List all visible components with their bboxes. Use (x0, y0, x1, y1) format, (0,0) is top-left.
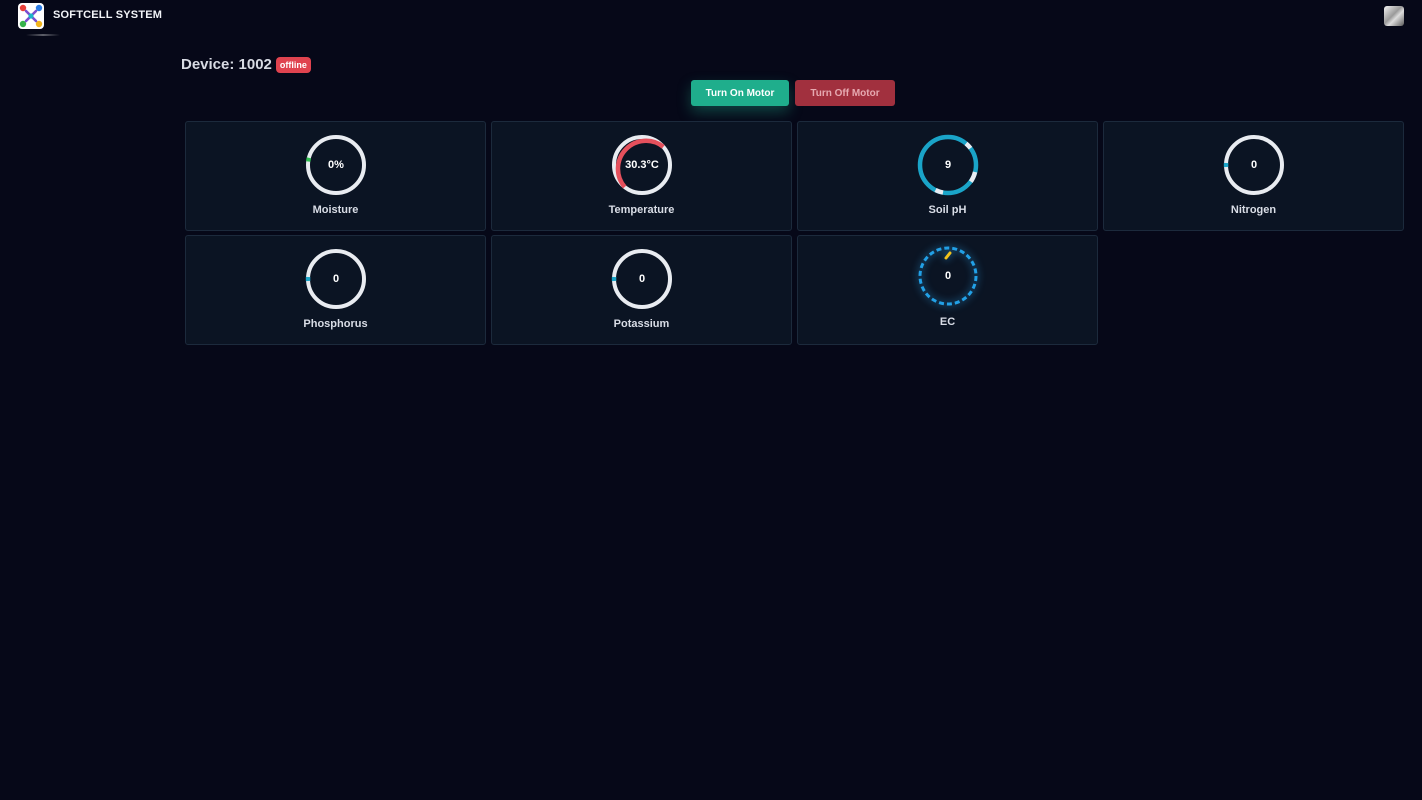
brand-title: SOFTCELL SYSTEM (53, 9, 163, 21)
nitrogen-label: Nitrogen (1230, 204, 1277, 216)
phosphorus-gauge: 0 (305, 248, 367, 310)
sensor-card-nitrogen: 0 Nitrogen (1103, 121, 1404, 231)
turn-on-motor-button[interactable]: Turn On Motor (691, 80, 789, 106)
moisture-label: Moisture (312, 204, 359, 216)
soil-ph-label: Soil pH (928, 204, 967, 216)
soil-ph-value: 9 (944, 159, 952, 171)
phosphorus-label: Phosphorus (303, 318, 368, 330)
soil-ph-gauge: 9 (917, 134, 979, 196)
ec-label: EC (939, 316, 956, 328)
ec-gauge: 0 (917, 245, 979, 307)
motor-controls: Turn On Motor Turn Off Motor (691, 80, 895, 106)
potassium-gauge: 0 (611, 248, 673, 310)
phosphorus-value: 0 (332, 273, 340, 285)
potassium-value: 0 (638, 273, 646, 285)
moisture-gauge: 0% (305, 134, 367, 196)
temperature-label: Temperature (608, 204, 675, 216)
status-badge: offline (275, 57, 311, 73)
sensor-card-moisture: 0% Moisture (185, 121, 486, 231)
sensor-card-temperature: 30.3°C Temperature (491, 121, 792, 231)
device-title: Device: 1002 (181, 55, 272, 73)
sensor-card-phosphorus: 0 Phosphorus (185, 235, 486, 345)
softcell-logo-icon[interactable] (18, 3, 44, 29)
nitrogen-value: 0 (1250, 159, 1258, 171)
sensor-card-ec: 0 EC (797, 235, 1098, 345)
sensor-card-potassium: 0 Potassium (491, 235, 792, 345)
user-avatar-icon[interactable] (1384, 6, 1404, 26)
ec-value: 0 (944, 270, 952, 282)
sensor-card-soil-ph: 9 Soil pH (797, 121, 1098, 231)
brand-underline (26, 34, 60, 36)
potassium-label: Potassium (613, 318, 670, 330)
moisture-value: 0% (328, 159, 344, 171)
temperature-value: 30.3°C (625, 159, 659, 171)
nitrogen-gauge: 0 (1223, 134, 1285, 196)
device-header: Device: 1002 offline (181, 54, 311, 74)
temperature-gauge: 30.3°C (611, 134, 673, 196)
turn-off-motor-button[interactable]: Turn Off Motor (795, 80, 895, 106)
top-bar: SOFTCELL SYSTEM (0, 0, 1422, 36)
sensor-grid: 0% Moisture 30.3°C Temperature 9 Soil pH (185, 121, 1404, 345)
